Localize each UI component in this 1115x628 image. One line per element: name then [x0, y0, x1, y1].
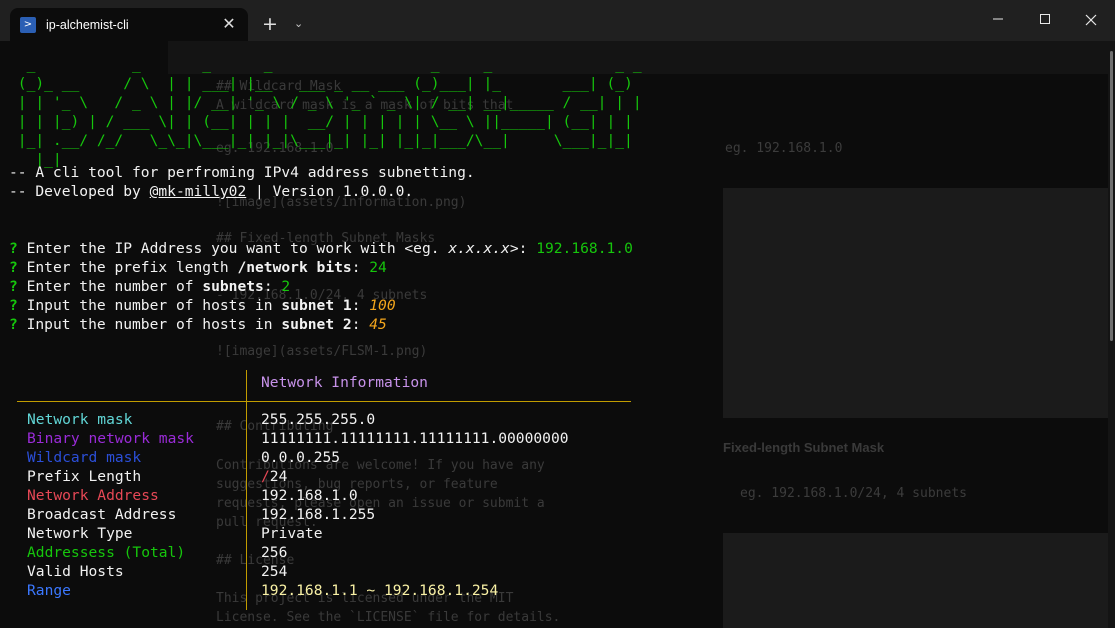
question-mark-icon: ?	[9, 259, 18, 276]
minimize-button[interactable]	[975, 8, 1021, 34]
intro-description: -- A cli tool for perfroming IPv4 addres…	[9, 164, 475, 181]
row-label-binary-network-mask: Binary network mask	[27, 430, 194, 447]
row-value-binary-network-mask: 11111111.11111111.11111111.00000000	[261, 430, 569, 447]
new-tab-icon[interactable]: +	[262, 14, 278, 34]
author-link[interactable]: @mk-milly02	[150, 183, 247, 200]
row-value-range: 192.168.1.1 ~ 192.168.1.254	[261, 582, 499, 599]
prompt-example: x.x.x.x	[448, 240, 510, 257]
tab-title: ip-alchemist-cli	[46, 17, 129, 32]
table-header-divider	[17, 401, 631, 402]
prompt-ip-address: ? Enter the IP Address you want to work …	[9, 239, 633, 258]
maximize-button[interactable]	[1022, 8, 1068, 34]
row-label-network-address: Network Address	[27, 487, 159, 504]
row-label-valid-hosts: Valid Hosts	[27, 563, 124, 580]
prompt-prefix-length: ? Enter the prefix length /network bits:…	[9, 258, 387, 277]
banner-line: | | '_ \ / _ \ | |/ __| '_ \ / _ \ '_ ` …	[9, 94, 642, 111]
chevron-down-icon[interactable]: ⌄	[294, 17, 303, 30]
row-label-network-mask: Network mask	[27, 411, 133, 428]
prefix-slash: /	[261, 468, 270, 485]
prompt-answer: 192.168.1.0	[536, 240, 633, 257]
banner-line: | | |_) | / ___ \| | (__| | | | __/ | | …	[9, 113, 633, 130]
close-tab-icon[interactable]: ✕	[220, 15, 238, 33]
prompt-text: Enter the IP Address you want to work wi…	[17, 240, 449, 257]
prompt-text: :	[263, 278, 282, 295]
close-icon	[1085, 14, 1097, 26]
prompt-subnet-2-hosts: ? Input the number of hosts in subnet 2:…	[9, 315, 387, 334]
prompt-subnet-1-hosts: ? Input the number of hosts in subnet 1:…	[9, 296, 396, 315]
close-window-button[interactable]	[1068, 8, 1114, 34]
row-label-network-type: Network Type	[27, 525, 133, 542]
prompt-text: :	[351, 316, 370, 333]
row-label-wildcard-mask: Wildcard mask	[27, 449, 142, 466]
banner-line: (_)_ __ / \ | | ___| |__ ___ _ __ ___ (_…	[9, 75, 633, 92]
intro-developer: -- Developed by @mk-milly02 | Version 1.…	[9, 182, 413, 201]
prompt-keyword: subnet 2	[281, 316, 352, 333]
row-value-prefix-length: /24	[261, 467, 287, 486]
question-mark-icon: ?	[9, 278, 18, 295]
prompt-text: :	[351, 297, 370, 314]
question-mark-icon: ?	[9, 297, 18, 314]
prompt-text: Enter the number of	[17, 278, 203, 295]
banner-line: _ _ _ _ _ _ _ _	[9, 56, 651, 73]
row-value-network-mask: 255.255.255.0	[261, 411, 376, 428]
row-value-network-type: Private	[261, 525, 323, 542]
row-value-addresses-total: 256	[261, 544, 288, 561]
table-column-divider	[246, 370, 247, 610]
prompt-answer: 45	[369, 316, 387, 333]
prompt-keyword: subnet 1	[281, 297, 352, 314]
row-value-network-address: 192.168.1.0	[261, 487, 358, 504]
row-value-wildcard-mask: 0.0.0.255	[261, 449, 341, 466]
prompt-text: Enter the prefix length	[17, 259, 238, 276]
prompt-text: >:	[509, 240, 537, 257]
row-label-broadcast-address: Broadcast Address	[27, 506, 177, 523]
title-bar: > ip-alchemist-cli ✕ + ⌄	[0, 0, 1115, 41]
row-value-broadcast-address: 192.168.1.255	[261, 506, 376, 523]
row-label-range: Range	[27, 582, 71, 599]
powershell-icon: >	[20, 16, 36, 33]
question-mark-icon: ?	[9, 316, 18, 333]
question-mark-icon: ?	[9, 240, 18, 257]
prompt-text: Input the number of hosts in	[17, 316, 282, 333]
maximize-icon	[1040, 14, 1050, 24]
minimize-icon	[993, 18, 1003, 20]
banner-line: |_| .__/ /_/ \_\_|\___|_| |_|\___|_| |_|…	[9, 132, 633, 149]
prompt-keyword: subnets	[202, 278, 264, 295]
prompt-subnet-count: ? Enter the number of subnets: 2	[9, 277, 290, 296]
prefix-number: 24	[269, 468, 288, 485]
prompt-text: Input the number of hosts in	[17, 297, 282, 314]
prompt-keyword: /network bits	[237, 259, 352, 276]
terminal-output: _ _ _ _ _ _ _ _ (_)_ __ / \ | | ___| |__…	[9, 41, 1104, 628]
intro-version: | Version 1.0.0.0.	[246, 183, 414, 200]
row-label-prefix-length: Prefix Length	[27, 468, 142, 485]
prompt-answer: 24	[369, 259, 387, 276]
prompt-text: :	[351, 259, 370, 276]
tab-ip-alchemist-cli[interactable]: > ip-alchemist-cli ✕	[10, 8, 248, 41]
prompt-answer: 2	[281, 278, 291, 295]
row-label-addresses-total: Addressess (Total)	[27, 544, 186, 561]
intro-prefix: -- Developed by	[9, 183, 150, 200]
table-header: Network Information	[261, 374, 428, 391]
scrollbar-thumb[interactable]	[1110, 51, 1113, 341]
prompt-answer: 100	[369, 297, 396, 314]
terminal-scrollbar[interactable]	[1108, 41, 1115, 628]
row-value-valid-hosts: 254	[261, 563, 288, 580]
